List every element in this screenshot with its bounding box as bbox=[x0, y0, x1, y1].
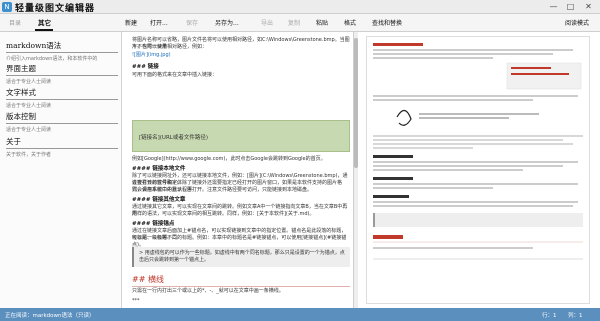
sidebar-item-about[interactable]: 关于 关于软件，关于作者 bbox=[6, 136, 118, 158]
preview-thumbnail bbox=[373, 43, 583, 260]
close-button[interactable]: ✕ bbox=[583, 1, 594, 12]
sidebar-item-text-style[interactable]: 文字样式 适合于专业人士阅读 bbox=[6, 87, 118, 109]
save-as-button[interactable]: 另存为... bbox=[215, 18, 239, 27]
sidebar-item-theme[interactable]: 界面主题 适合于专业人士阅读 bbox=[6, 63, 118, 85]
new-button[interactable]: 新建 bbox=[125, 18, 137, 27]
editor-line: 只需在一行内打出三个或以上的*、-、_就可以在文章中画一条横线。 bbox=[132, 288, 284, 294]
sidebar: markdown语法 介绍引入markdown语法，和本软件中的 界面主题 适合… bbox=[0, 32, 122, 308]
find-replace-button[interactable]: 查找和替换 bbox=[372, 18, 402, 27]
sidebar-item-version[interactable]: 版本控制 适合于专业人士阅读 bbox=[6, 111, 118, 133]
sidebar-item-desc: 适合于专业人士阅读 bbox=[6, 103, 52, 109]
sidebar-item-desc: 适合于专业人士阅读 bbox=[6, 79, 52, 85]
save-button[interactable]: 保存 bbox=[186, 18, 198, 27]
editor-heading: #### 链接其他文章 bbox=[132, 197, 186, 203]
line-indicator: 行：1 bbox=[542, 313, 557, 319]
sidebar-item-title: 文字样式 bbox=[6, 87, 118, 100]
editor-heading: #### 链接锚点 bbox=[132, 221, 175, 227]
code-block: [链接名](URL或者文件路径) bbox=[132, 120, 350, 152]
format-button[interactable]: 格式 bbox=[344, 18, 356, 27]
blockquote: > 用虚线包的可以作为一些标题。如虚线中有两个同名标题，那么只是设置的一个为锚点… bbox=[132, 247, 350, 267]
editor-line: 下，也可以使用相对路径，例如： bbox=[132, 44, 208, 50]
open-button[interactable]: 打开... bbox=[150, 18, 168, 27]
tab-other[interactable]: 其它 bbox=[38, 17, 51, 27]
column-indicator: 列：1 bbox=[568, 313, 583, 319]
status-text: 正在阅读：markdown语法（只读） bbox=[5, 313, 95, 319]
editor-heading: ### 链接 bbox=[132, 64, 159, 70]
app-logo-icon: N bbox=[2, 2, 12, 12]
editor-line: ![图片](img.jpg) bbox=[132, 52, 171, 58]
preview-page bbox=[366, 36, 590, 304]
sidebar-item-desc: 介绍引入markdown语法，和本软件中的 bbox=[6, 56, 98, 62]
minimize-button[interactable]: — bbox=[548, 1, 559, 12]
sidebar-item-markdown[interactable]: markdown语法 介绍引入markdown语法，和本软件中的 bbox=[6, 40, 118, 62]
maximize-button[interactable]: □ bbox=[565, 1, 576, 12]
sidebar-item-title: 界面主题 bbox=[6, 63, 118, 76]
sidebar-item-desc: 关于软件，关于作者 bbox=[6, 152, 52, 158]
code-text: [链接名](URL或者文件路径) bbox=[139, 135, 208, 141]
sidebar-item-desc: 适合于专业人士阅读 bbox=[6, 127, 52, 133]
copy-button[interactable]: 复制 bbox=[288, 18, 300, 27]
editor-line: 同样的语法，可以实现文章间的相互跳转。同样，例如：[关于本软件](关于.md)。 bbox=[132, 211, 315, 217]
tab-catalog[interactable]: 目录 bbox=[9, 18, 21, 27]
title-bar: N 轻量级图文编辑器 — □ ✕ bbox=[0, 0, 600, 14]
editor-heading: #### 链接本地文件 bbox=[132, 166, 186, 172]
export-button[interactable]: 导出 bbox=[261, 18, 273, 27]
active-tab-indicator bbox=[35, 29, 53, 31]
app-window: N 轻量级图文编辑器 — □ ✕ 目录 其它 新建 打开... 保存 另存为..… bbox=[0, 0, 600, 321]
toolbar: 目录 其它 新建 打开... 保存 另存为... 导出 复制 粘贴 格式 查找和… bbox=[0, 14, 600, 32]
sidebar-item-title: 关于 bbox=[6, 136, 118, 149]
editor-line: 则会调用系统中的默认程序打开。注意文件路径要可访问，只能链接到本地磁盘。 bbox=[132, 187, 313, 193]
sidebar-item-title: markdown语法 bbox=[6, 40, 118, 53]
editor-line: 例如[Google](http://www.google.com)，此时点击Go… bbox=[132, 156, 326, 162]
window-title: 轻量级图文编辑器 bbox=[15, 4, 96, 14]
editor-h2: ## 横线 bbox=[132, 274, 350, 287]
editor-line: 可用下面的格式来在文章中插入链接： bbox=[132, 72, 218, 78]
sidebar-item-title: 版本控制 bbox=[6, 111, 118, 124]
status-bar: 正在阅读：markdown语法（只读） 行：1 列：1 bbox=[0, 308, 600, 321]
read-mode-button[interactable]: 阅读模式 bbox=[565, 18, 589, 27]
editor-line: *** bbox=[132, 298, 140, 304]
preview-pane bbox=[358, 32, 600, 308]
paste-button[interactable]: 粘贴 bbox=[316, 18, 328, 27]
markdown-editor[interactable]: 将图片名称可以省略，图片文件名将可以使用相对路径，如C:\Windows\Gre… bbox=[122, 32, 354, 308]
blockquote-text: > 用虚线包的可以作为一些标题。如虚线中有两个同名标题，那么只是设置的一个为锚点… bbox=[139, 250, 345, 263]
